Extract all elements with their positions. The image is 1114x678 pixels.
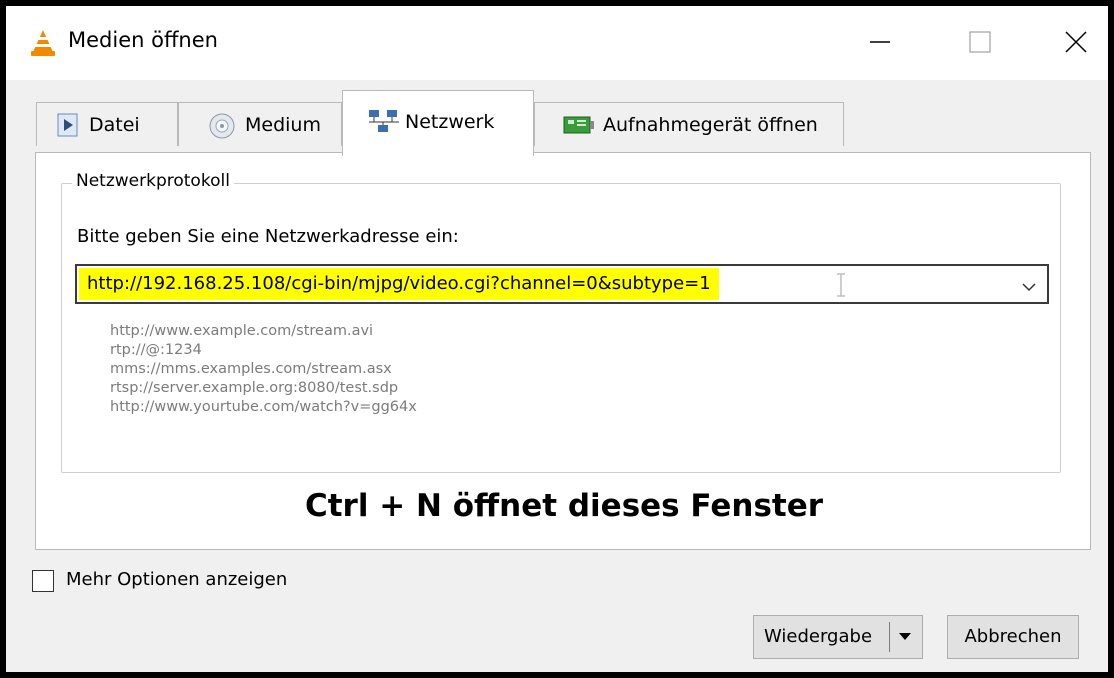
disc-icon [209,113,235,144]
chevron-down-icon[interactable] [1021,278,1037,297]
minimize-icon[interactable] [848,16,908,66]
tab-aufnahmegeraet[interactable]: Aufnahmegerät öffnen [534,102,844,146]
tab-medium-label: Medium [245,114,321,136]
tab-datei-label: Datei [89,114,140,136]
window-title: Medien öffnen [68,28,218,52]
open-media-dialog: Medien öffnen Datei Medium Netzwerk Aufn… [6,6,1108,672]
network-address-value[interactable]: http://192.168.25.108/cgi-bin/mjpg/video… [79,268,719,300]
cancel-button-label: Abbrechen [964,626,1062,647]
tab-medium[interactable]: Medium [178,102,342,146]
network-address-combobox[interactable]: http://192.168.25.108/cgi-bin/mjpg/video… [75,264,1049,304]
address-prompt: Bitte geben Sie eine Netzwerkadresse ein… [77,226,459,247]
cancel-button[interactable]: Abbrechen [947,615,1079,659]
network-protocol-group: Netzwerkprotokoll Bitte geben Sie eine N… [61,171,1061,473]
shortcut-annotation: Ctrl + N öffnet dieses Fenster [304,488,824,524]
address-examples: http://www.example.com/stream.avi rtp://… [110,322,417,417]
tab-netzwerk[interactable]: Netzwerk [342,90,534,156]
dropdown-arrow-icon[interactable] [895,628,915,650]
example-item: rtsp://server.example.org:8080/test.sdp [110,380,399,396]
maximize-icon[interactable] [948,16,1008,66]
example-item: http://www.example.com/stream.avi [110,323,374,339]
more-options-label[interactable]: Mehr Optionen anzeigen [66,569,287,590]
tab-datei[interactable]: Datei [36,102,178,146]
network-tab-panel: Netzwerkprotokoll Bitte geben Sie eine N… [35,152,1091,550]
example-item: mms://mms.examples.com/stream.asx [110,361,392,377]
tab-bar: Datei Medium Netzwerk Aufnahmegerät öffn… [6,80,1108,156]
text-cursor-icon [835,272,847,302]
close-icon[interactable] [1046,16,1106,66]
more-options-checkbox[interactable] [32,570,54,592]
play-button[interactable]: Wiedergabe [753,615,923,659]
vlc-cone-icon [28,28,58,58]
file-play-icon [57,113,79,142]
example-item: rtp://@:1234 [110,342,202,358]
tab-aufnahmegeraet-label: Aufnahmegerät öffnen [603,114,818,136]
example-item: http://www.yourtube.com/watch?v=gg64x [110,399,417,415]
title-bar: Medien öffnen [6,6,1108,80]
group-title: Netzwerkprotokoll [72,171,234,191]
capture-card-icon [563,115,595,140]
tab-netzwerk-label: Netzwerk [405,111,495,133]
play-button-label: Wiedergabe [764,626,873,647]
split-divider [889,622,890,652]
network-icon [367,109,401,138]
